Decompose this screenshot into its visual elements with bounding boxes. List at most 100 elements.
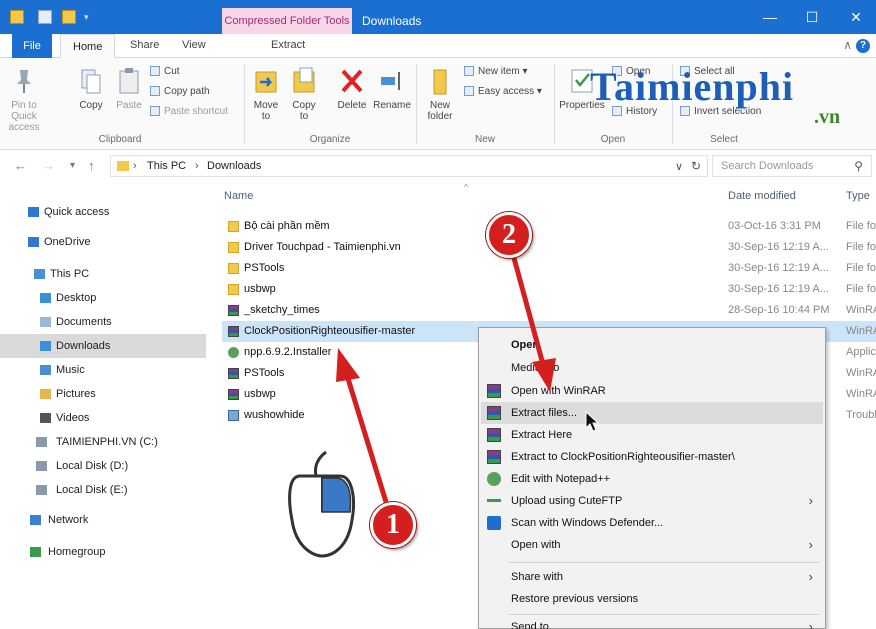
nav-item-homegroup[interactable]: Homegroup (0, 540, 206, 564)
customize-quick-access-icon[interactable]: ▾ (84, 12, 94, 22)
breadcrumb-downloads[interactable]: Downloads (207, 160, 261, 172)
group-separator (416, 64, 417, 144)
menu-item-open-with-winrar[interactable]: Open with WinRAR (481, 380, 823, 402)
close-button[interactable]: ✕ (846, 8, 866, 26)
new-item-button[interactable]: New item ▾ (464, 66, 528, 77)
nav-item-drive-c[interactable]: TAIMIENPHI.VN (C:) (0, 430, 206, 454)
breadcrumb-this-pc[interactable]: This PC (147, 160, 186, 172)
easy-access-button[interactable]: Easy access ▾ (464, 86, 542, 97)
nav-item-videos[interactable]: Videos (0, 406, 206, 430)
help-icon[interactable]: ? (856, 39, 870, 53)
tab-view[interactable]: View (182, 39, 206, 51)
search-placeholder: Search Downloads (721, 160, 814, 172)
menu-item-scan-defender[interactable]: Scan with Windows Defender... (481, 512, 823, 534)
menu-item-restore-previous-versions[interactable]: Restore previous versions (481, 588, 823, 610)
cuteftp-icon (487, 499, 501, 502)
refresh-icon[interactable]: ↻ (691, 159, 701, 173)
forward-arrow-icon[interactable]: → (42, 158, 55, 173)
nav-item-this-pc[interactable]: This PC (0, 262, 206, 286)
menu-item-open-with[interactable]: Open with › (481, 534, 823, 556)
group-label-new: New (474, 134, 495, 145)
window-title: Downloads (362, 14, 422, 28)
windows-defender-icon (487, 516, 501, 530)
properties-icon[interactable] (38, 10, 52, 24)
nav-item-quick-access[interactable]: Quick access (0, 200, 206, 224)
maximize-button[interactable]: ☐ (802, 8, 822, 26)
tab-file[interactable]: File (12, 34, 52, 58)
cloud-icon (28, 237, 39, 247)
pictures-icon (40, 389, 51, 399)
menu-item-send-to[interactable]: Send to › (481, 616, 823, 629)
back-arrow-icon[interactable]: ← (14, 158, 27, 173)
submenu-arrow-icon: › (808, 619, 813, 629)
chevron-down-icon[interactable]: ∨ (675, 160, 683, 173)
documents-icon (40, 317, 51, 327)
nav-item-desktop[interactable]: Desktop (0, 286, 206, 310)
paste-button[interactable]: Paste (112, 66, 146, 111)
menu-item-open[interactable]: Open (481, 334, 823, 356)
nav-item-network[interactable]: Network (0, 508, 206, 532)
submenu-arrow-icon: › (808, 569, 813, 584)
minimize-button[interactable]: — (760, 8, 780, 26)
column-header-type[interactable]: Type (846, 190, 870, 202)
nav-item-drive-d[interactable]: Local Disk (D:) (0, 454, 206, 478)
up-arrow-icon[interactable]: ↑ (88, 158, 95, 173)
menu-item-share-with[interactable]: Share with › (481, 566, 823, 588)
nav-item-music[interactable]: Music (0, 358, 206, 382)
file-row[interactable]: Bộ cài phần mềm 03-Oct-16 3:31 PM File fo (222, 216, 876, 237)
menu-item-extract-to[interactable]: Extract to ClockPositionRighteousifier-m… (481, 446, 823, 468)
submenu-arrow-icon: › (808, 493, 813, 508)
paste-shortcut-button[interactable]: Paste shortcut (150, 106, 228, 117)
nav-item-pictures[interactable]: Pictures (0, 382, 206, 406)
folder-icon[interactable] (10, 10, 24, 24)
videos-icon (40, 413, 51, 423)
column-header-name[interactable]: Name (224, 190, 253, 202)
menu-item-upload-cuteftp[interactable]: Upload using CuteFTP › (481, 490, 823, 512)
file-row[interactable]: Driver Touchpad - Taimienphi.vn 30-Sep-16… (222, 237, 876, 258)
menu-separator (509, 562, 819, 563)
cut-button[interactable]: Cut (150, 66, 180, 77)
delete-button[interactable]: Delete (334, 66, 370, 111)
nav-item-onedrive[interactable]: OneDrive (0, 230, 206, 254)
menu-item-extract-files[interactable]: Extract files... (481, 402, 823, 424)
notepad-plus-plus-installer-icon (228, 347, 239, 358)
pin-to-quick-access-button[interactable]: Pin to Quick access (4, 66, 44, 133)
homegroup-icon (30, 547, 41, 557)
move-to-icon (255, 71, 277, 93)
copy-button[interactable]: Copy (74, 66, 108, 111)
star-icon (28, 207, 39, 217)
copy-path-button[interactable]: Copy path (150, 86, 210, 97)
tab-share[interactable]: Share (130, 39, 159, 51)
nav-item-downloads[interactable]: Downloads (0, 334, 206, 358)
easy-access-icon (464, 86, 474, 97)
copy-to-button[interactable]: Copy to (288, 66, 320, 122)
folder-icon (228, 221, 239, 232)
rename-button[interactable]: Rename (372, 66, 412, 111)
file-row[interactable]: _sketchy_times28-Sep-16 10:44 PMWinRA (222, 300, 876, 321)
column-header-date-modified[interactable]: Date modified (728, 190, 796, 202)
compressed-folder-tools-tab[interactable]: Compressed Folder Tools (222, 8, 352, 34)
navigation-pane: Quick access OneDrive This PC Desktop Do… (0, 182, 206, 629)
search-icon[interactable]: ⚲ (854, 159, 863, 173)
winrar-archive-icon (228, 326, 239, 337)
new-folder-button[interactable]: New folder (422, 66, 458, 122)
menu-item-edit-with-notepad-plus-plus[interactable]: Edit with Notepad++ (481, 468, 823, 490)
recent-locations-icon[interactable]: ▾ (70, 160, 75, 171)
address-bar[interactable]: › This PC › Downloads ∨ ↻ (110, 155, 708, 177)
tab-home[interactable]: Home (60, 34, 116, 59)
paste-icon (119, 68, 139, 94)
nav-item-drive-e[interactable]: Local Disk (E:) (0, 478, 206, 502)
watermark-logo: Taimienphi (590, 64, 795, 109)
search-input[interactable]: Search Downloads ⚲ (712, 155, 872, 177)
chevron-up-icon[interactable]: ∧ (843, 38, 852, 52)
file-row[interactable]: usbwp 30-Sep-16 12:19 A... File fo (222, 279, 876, 300)
file-row[interactable]: PSTools 30-Sep-16 12:19 A... File fo (222, 258, 876, 279)
tab-extract[interactable]: Extract (271, 39, 305, 51)
menu-item-extract-here[interactable]: Extract Here (481, 424, 823, 446)
menu-item-mediainfo[interactable]: MediaInfo (481, 357, 823, 379)
move-to-button[interactable]: Move to (250, 66, 282, 122)
new-folder-icon[interactable] (62, 10, 76, 24)
context-menu: Open MediaInfo Open with WinRAR Extract … (478, 327, 826, 629)
nav-item-documents[interactable]: Documents (0, 310, 206, 334)
winrar-icon (487, 428, 501, 442)
